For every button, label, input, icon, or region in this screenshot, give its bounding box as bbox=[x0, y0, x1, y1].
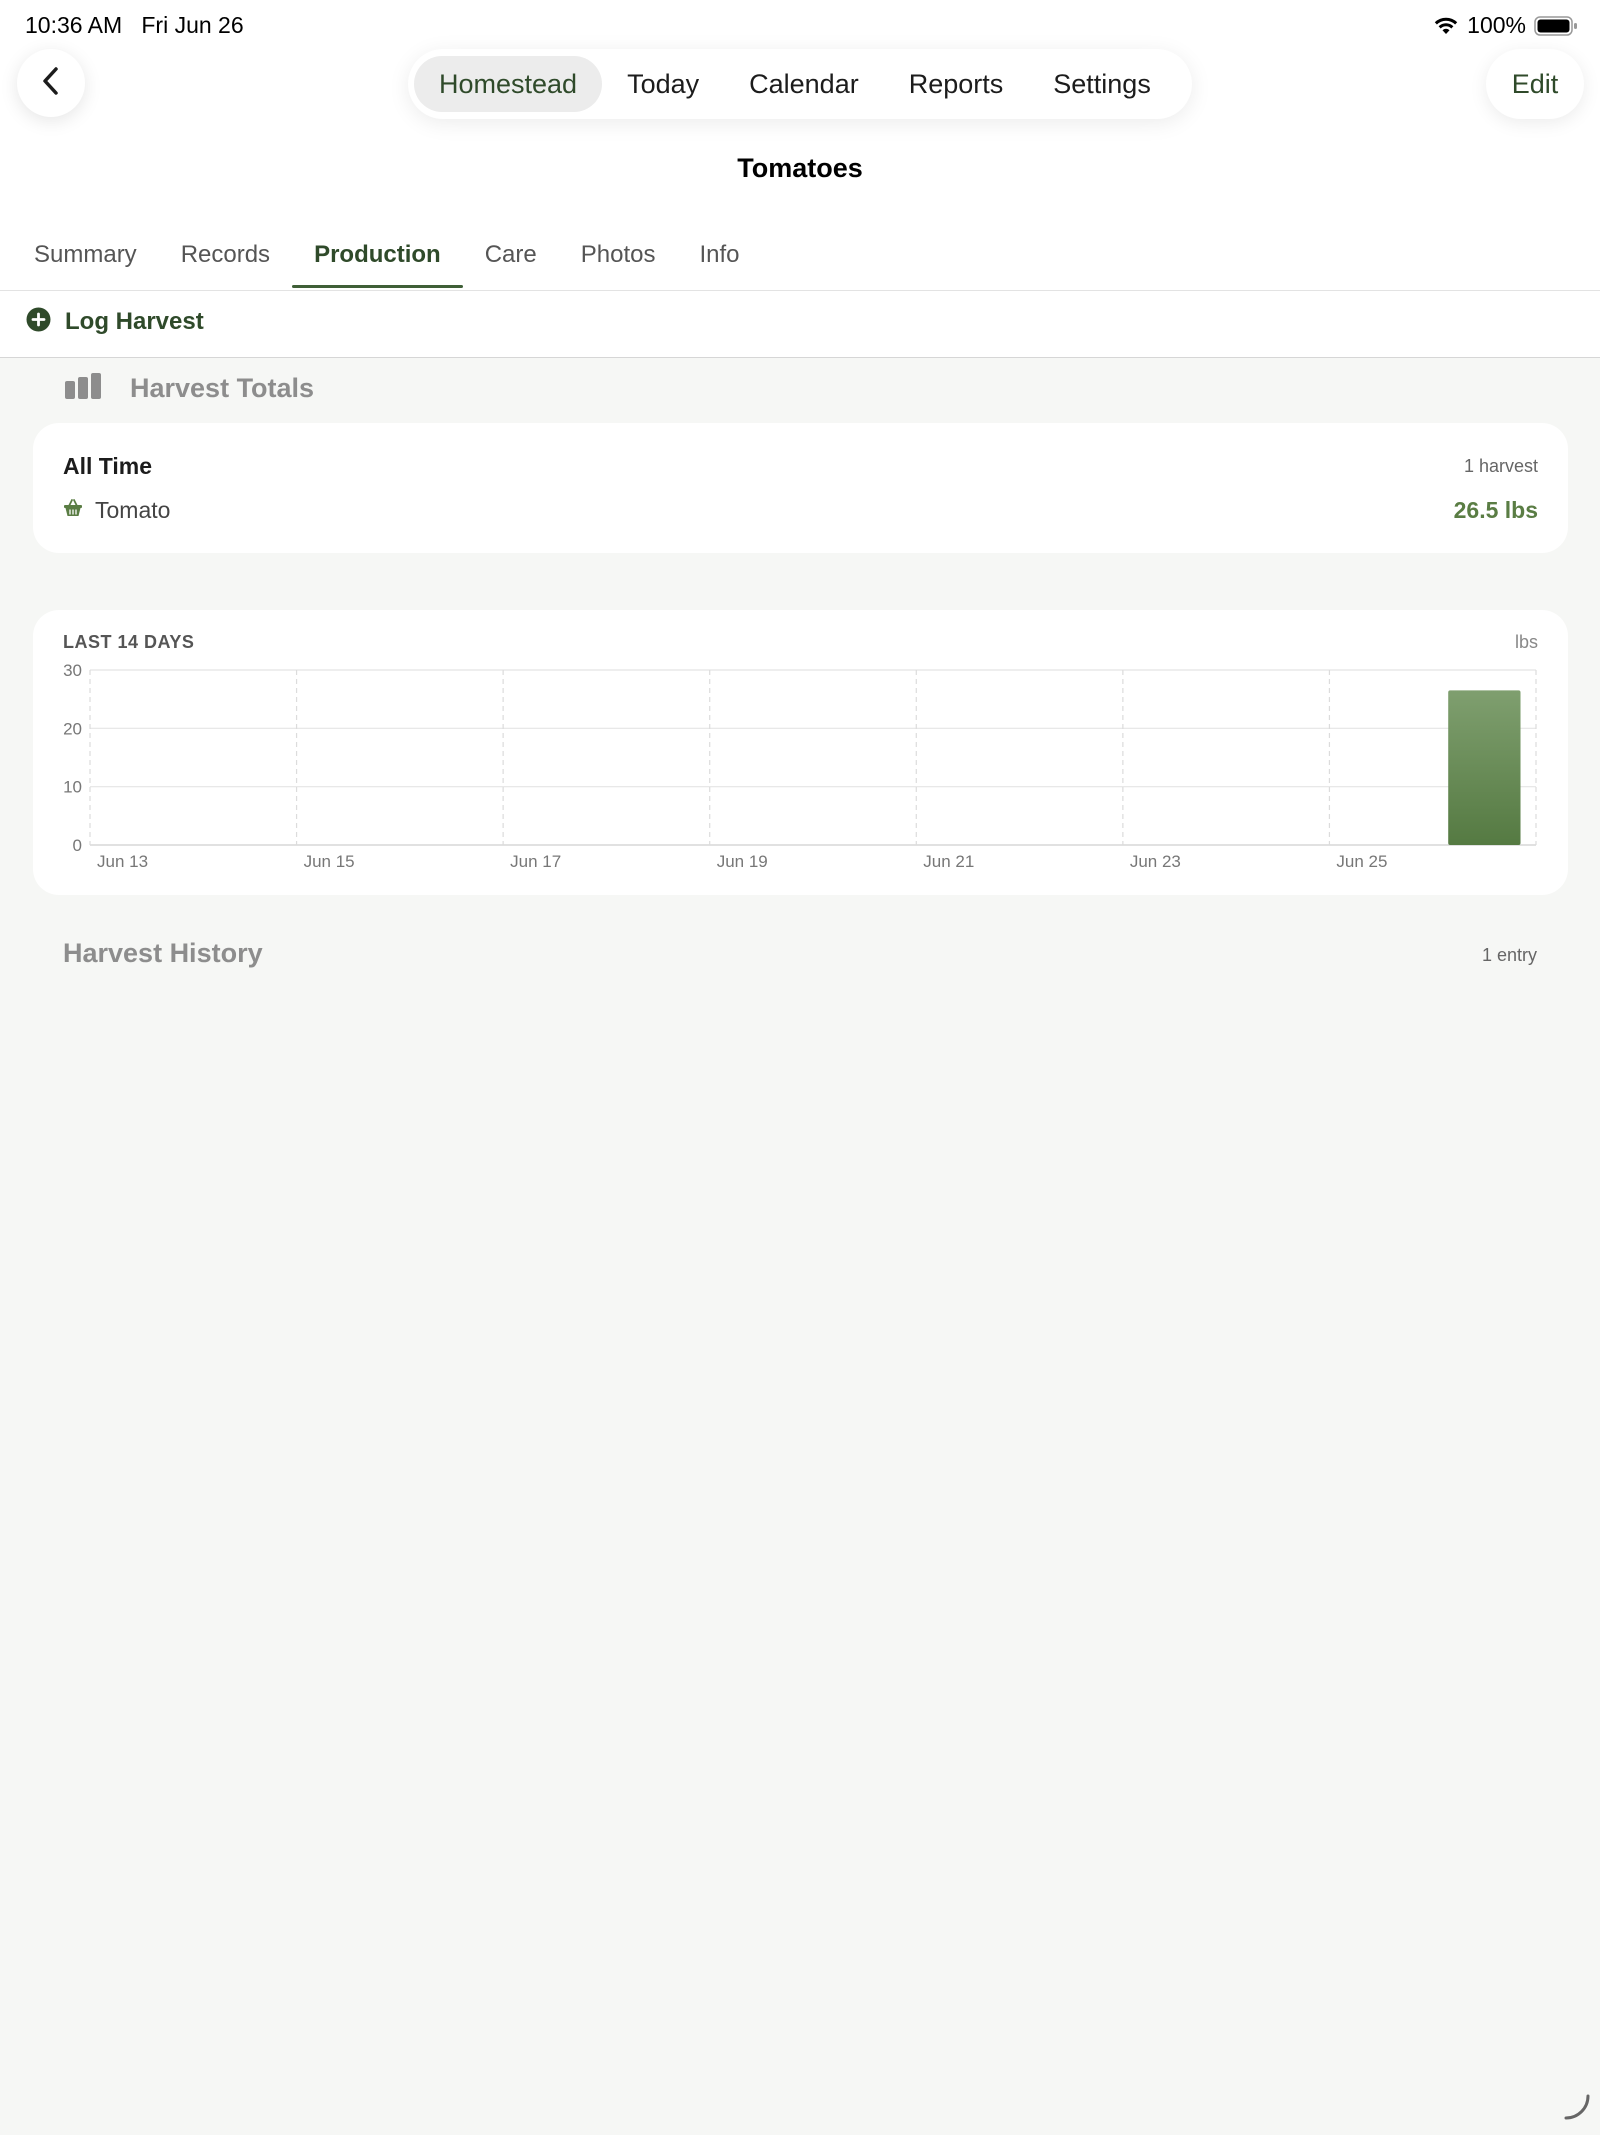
harvest-totals-card: All Time 1 harvest Tomato 26.5 lbs bbox=[33, 423, 1568, 553]
wifi-icon bbox=[1433, 16, 1459, 36]
crop-row: Tomato bbox=[63, 497, 170, 524]
tab-photos[interactable]: Photos bbox=[559, 236, 678, 288]
x-tick-label: Jun 17 bbox=[510, 852, 561, 871]
harvest-history-title: Harvest History bbox=[63, 938, 263, 968]
tab-info[interactable]: Info bbox=[677, 236, 761, 288]
battery-percent: 100% bbox=[1467, 12, 1526, 38]
log-harvest-button[interactable]: Log Harvest bbox=[26, 307, 204, 337]
nav-tab-reports[interactable]: Reports bbox=[884, 56, 1029, 112]
resize-handle-icon bbox=[1562, 2092, 1592, 2127]
x-tick-label: Jun 13 bbox=[97, 852, 148, 871]
harvest-chart-card: LAST 14 DAYS lbs 0 10 20 30 Jun 13 Jun 15 Jun … bbox=[33, 610, 1568, 895]
log-harvest-label: Log Harvest bbox=[65, 308, 204, 335]
tab-summary[interactable]: Summary bbox=[12, 236, 159, 288]
x-tick-label: Jun 25 bbox=[1336, 852, 1387, 871]
x-tick-label: Jun 21 bbox=[923, 852, 974, 871]
nav-tab-settings[interactable]: Settings bbox=[1028, 56, 1176, 112]
nav-tab-homestead[interactable]: Homestead bbox=[414, 56, 603, 112]
subtab-bar: Summary Records Production Care Photos Info bbox=[12, 236, 762, 288]
totals-period: All Time bbox=[63, 453, 153, 479]
x-tick-label: Jun 15 bbox=[304, 852, 355, 871]
harvest-totals-header: Harvest Totals bbox=[64, 372, 314, 405]
section-title: Harvest Totals bbox=[130, 373, 315, 403]
plus-circle-icon bbox=[26, 307, 51, 337]
back-button[interactable] bbox=[17, 49, 85, 117]
nav-tab-today[interactable]: Today bbox=[602, 56, 724, 112]
battery-icon bbox=[1534, 15, 1578, 37]
crop-name: Tomato bbox=[95, 497, 171, 523]
y-tick-label: 30 bbox=[63, 661, 82, 680]
tab-records[interactable]: Records bbox=[159, 236, 292, 288]
y-tick-label: 0 bbox=[73, 836, 82, 855]
harvest-amount: 26.5 lbs bbox=[1453, 497, 1538, 523]
tab-care[interactable]: Care bbox=[463, 236, 559, 288]
status-bar: 10:36 AM Fri Jun 26 100% bbox=[0, 0, 1600, 50]
action-bar: Log Harvest bbox=[0, 291, 1600, 358]
y-tick-label: 10 bbox=[63, 778, 82, 797]
bar-jun-26 bbox=[1448, 690, 1521, 845]
chevron-left-icon bbox=[39, 66, 63, 101]
y-tick-label: 20 bbox=[63, 719, 82, 738]
bar-chart-icon bbox=[64, 372, 102, 405]
page-title: Tomatoes bbox=[737, 153, 863, 183]
harvest-history-count: 1 entry bbox=[1481, 945, 1537, 965]
harvest-count: 1 harvest bbox=[1463, 456, 1538, 476]
status-time-date: 10:36 AM Fri Jun 26 bbox=[25, 12, 244, 38]
basket-icon bbox=[63, 499, 83, 522]
nav-tab-calendar[interactable]: Calendar bbox=[724, 56, 884, 112]
tab-production[interactable]: Production bbox=[292, 236, 463, 288]
harvest-bar-chart: 0 10 20 30 Jun 13 Jun 15 Jun 17 Jun 19 Jun 21 Jun… bbox=[63, 661, 1537, 871]
main-nav: Homestead Today Calendar Reports Settings bbox=[408, 49, 1192, 119]
x-tick-label: Jun 23 bbox=[1130, 852, 1181, 871]
x-tick-label: Jun 19 bbox=[717, 852, 768, 871]
status-indicators: 100% bbox=[1433, 12, 1578, 39]
edit-button[interactable]: Edit bbox=[1486, 49, 1584, 119]
